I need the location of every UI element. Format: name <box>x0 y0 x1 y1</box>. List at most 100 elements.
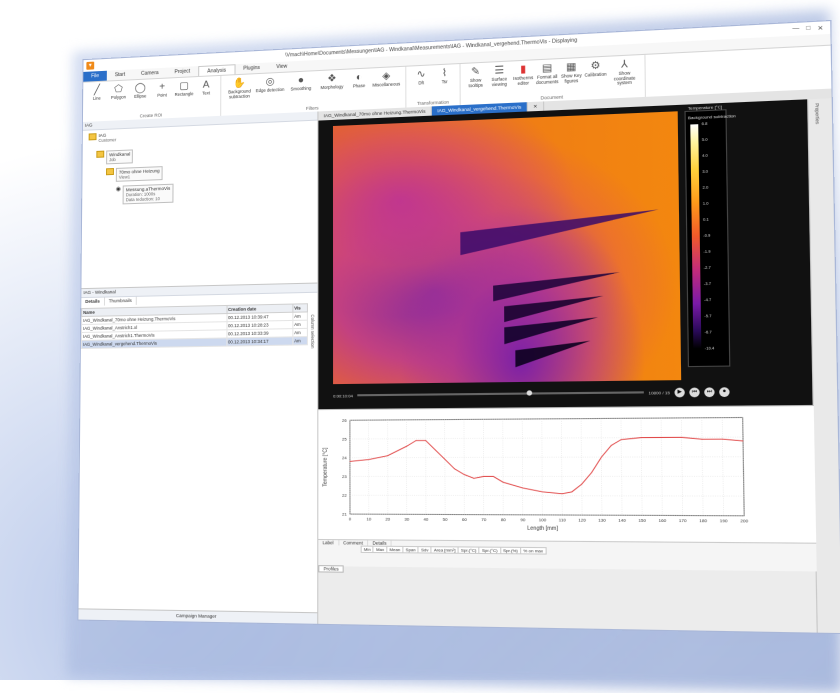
phase-button[interactable]: ◐Phase <box>348 71 371 90</box>
column-selection-toggle[interactable]: Column selection <box>310 314 315 348</box>
format-documents-label: Format all documents <box>535 75 559 86</box>
color-scale-tick: -2.7 <box>704 266 711 270</box>
minimize-icon[interactable]: — <box>792 25 799 33</box>
y-tick-label: 23 <box>342 474 348 479</box>
text-tool-button[interactable]: AText <box>195 78 217 97</box>
tree-node-view[interactable]: 70mo ohne HeizungView1 <box>106 166 163 182</box>
color-scale: Temperature [°C] Background subtraction … <box>684 109 730 367</box>
stats-column-header[interactable]: Area [mm²] <box>431 547 458 554</box>
color-gradient[interactable] <box>690 124 701 349</box>
x-axis-label: Length [mm] <box>527 525 559 532</box>
ellipse-label: Ellipse <box>134 94 146 99</box>
polygon-tool-button[interactable]: ⬠Polygon <box>108 82 130 100</box>
tab-thumbnails[interactable]: Thumbnails <box>105 297 137 306</box>
tab-comment[interactable]: Comment <box>339 540 368 545</box>
dft-button[interactable]: ∿Dft <box>409 67 432 86</box>
tab-start[interactable]: Start <box>107 69 133 80</box>
project-tree: IAGCustomer WindkanalJob 70mo ohne Heizu… <box>81 120 317 289</box>
format-icon: ▤ <box>541 61 554 74</box>
profile-point <box>503 482 504 483</box>
calibration-label: Calibration <box>585 72 607 78</box>
tab-analysis[interactable]: Analysis <box>198 64 235 76</box>
show-tooltips-button[interactable]: ✎Show tooltips <box>464 65 488 89</box>
tsr-button[interactable]: ⌇Tsr <box>433 66 457 85</box>
surface-viewing-button[interactable]: ☰Surface viewing <box>487 64 511 88</box>
column-header-vis[interactable]: Vis <box>293 304 308 313</box>
close-icon[interactable]: ✕ <box>817 24 823 32</box>
x-tick-label: 180 <box>699 518 708 524</box>
x-tick-label: 190 <box>720 518 729 524</box>
calibration-button[interactable]: ⚙Calibration <box>583 59 608 79</box>
tab-project[interactable]: Project <box>167 66 199 78</box>
timeline-slider[interactable] <box>357 391 644 396</box>
polygon-icon: ⬠ <box>113 83 125 95</box>
stats-column-header[interactable]: % on max <box>521 547 546 554</box>
stats-column-header[interactable]: Min <box>361 546 373 552</box>
point-tool-button[interactable]: +Point <box>151 80 173 98</box>
tab-file[interactable]: File <box>83 71 107 82</box>
tab-camera[interactable]: Camera <box>133 68 167 80</box>
tab-view[interactable]: View <box>268 61 295 72</box>
key-figures-button[interactable]: ▦Show Key figures <box>559 60 583 84</box>
app-logo-icon[interactable]: ▼ <box>86 62 94 70</box>
plot-area <box>350 417 744 515</box>
x-tick-label: 80 <box>501 517 507 522</box>
line-label: Line <box>93 97 101 102</box>
profiles-tab[interactable]: Profiles <box>318 565 344 573</box>
color-scale-title: Temperature [°C] <box>688 104 722 111</box>
tree-node-job[interactable]: WindkanalJob <box>96 149 133 164</box>
x-tick-label: 70 <box>481 517 487 522</box>
ellipse-tool-button[interactable]: ◯Ellipse <box>129 81 151 99</box>
timeline-knob[interactable] <box>527 390 533 395</box>
camera-icon: ◉ <box>116 186 121 193</box>
rectangle-tool-button[interactable]: ▢Rectangle <box>173 79 195 98</box>
text-icon: A <box>200 78 212 91</box>
stats-column-header[interactable]: Sdv <box>418 547 431 553</box>
show-tooltips-label: Show tooltips <box>464 78 488 89</box>
x-tick-label: 170 <box>679 518 688 524</box>
maximize-icon[interactable]: □ <box>806 25 810 33</box>
play-icon[interactable]: ▶ <box>674 387 684 397</box>
edge-detection-button[interactable]: ◎Edge detection <box>255 75 286 94</box>
stats-column-header[interactable]: Max <box>373 546 386 552</box>
smoothing-button[interactable]: ●Smoothing <box>285 73 316 92</box>
stats-column-header[interactable]: Spr.(°C) <box>479 547 500 554</box>
key-figures-label: Show Key figures <box>559 74 583 85</box>
background-subtraction-button[interactable]: ✋Background subtraction <box>224 76 255 100</box>
isotherms-editor-button[interactable]: ▮Isotherms editor <box>511 62 535 86</box>
x-tick-label: 100 <box>539 517 547 522</box>
color-scale-subtitle: Background subtraction <box>688 113 736 120</box>
tree-node-measurement[interactable]: ◉ Messung.aThermoVisDuration: 1000sData … <box>116 184 174 205</box>
stats-column-header[interactable]: Spr.(%) <box>500 547 520 554</box>
x-tick-label: 140 <box>618 517 627 523</box>
tab-label[interactable]: Label <box>318 540 339 545</box>
tab-plugins[interactable]: Plugins <box>235 63 268 75</box>
tree-node-customer[interactable]: IAGCustomer <box>89 132 117 143</box>
frame-readout: 10800 / 15 <box>648 389 670 395</box>
line-tool-button[interactable]: ╱Line <box>86 83 108 101</box>
tab-details[interactable]: Details <box>81 298 105 306</box>
forward-icon[interactable]: ⏭ <box>704 387 714 397</box>
morphology-button[interactable]: ❖Morphology <box>316 72 347 91</box>
color-scale-tick: 3.0 <box>702 170 708 174</box>
stats-column-header[interactable]: Spr.(°C) <box>458 547 479 554</box>
coordinate-system-button[interactable]: ⅄Show coordinate system <box>608 57 642 87</box>
tooltip-icon: ✎ <box>469 65 482 78</box>
thermal-image[interactable] <box>333 111 681 384</box>
profile-chart: 0102030405060708090100110120130140150160… <box>318 405 816 544</box>
tab-details[interactable]: Details <box>368 540 392 545</box>
stats-column-header[interactable]: Span <box>403 546 418 552</box>
profile-point <box>406 446 407 447</box>
profile-point <box>591 472 592 473</box>
color-scale-tick: 2.0 <box>703 185 709 189</box>
stats-column-header[interactable]: Mean <box>387 546 403 552</box>
tree-node-subtitle: Customer <box>98 137 116 143</box>
rewind-icon[interactable]: ⏮ <box>689 387 699 397</box>
miscellaneous-button[interactable]: ◈Miscellaneous <box>371 69 403 88</box>
format-documents-button[interactable]: ▤Format all documents <box>535 61 559 85</box>
profile-point <box>444 459 445 460</box>
record-icon[interactable]: ⏺ <box>719 387 730 397</box>
profile-point <box>425 440 426 441</box>
smoothing-label: Smoothing <box>291 87 312 93</box>
smoothing-icon: ● <box>295 74 307 87</box>
